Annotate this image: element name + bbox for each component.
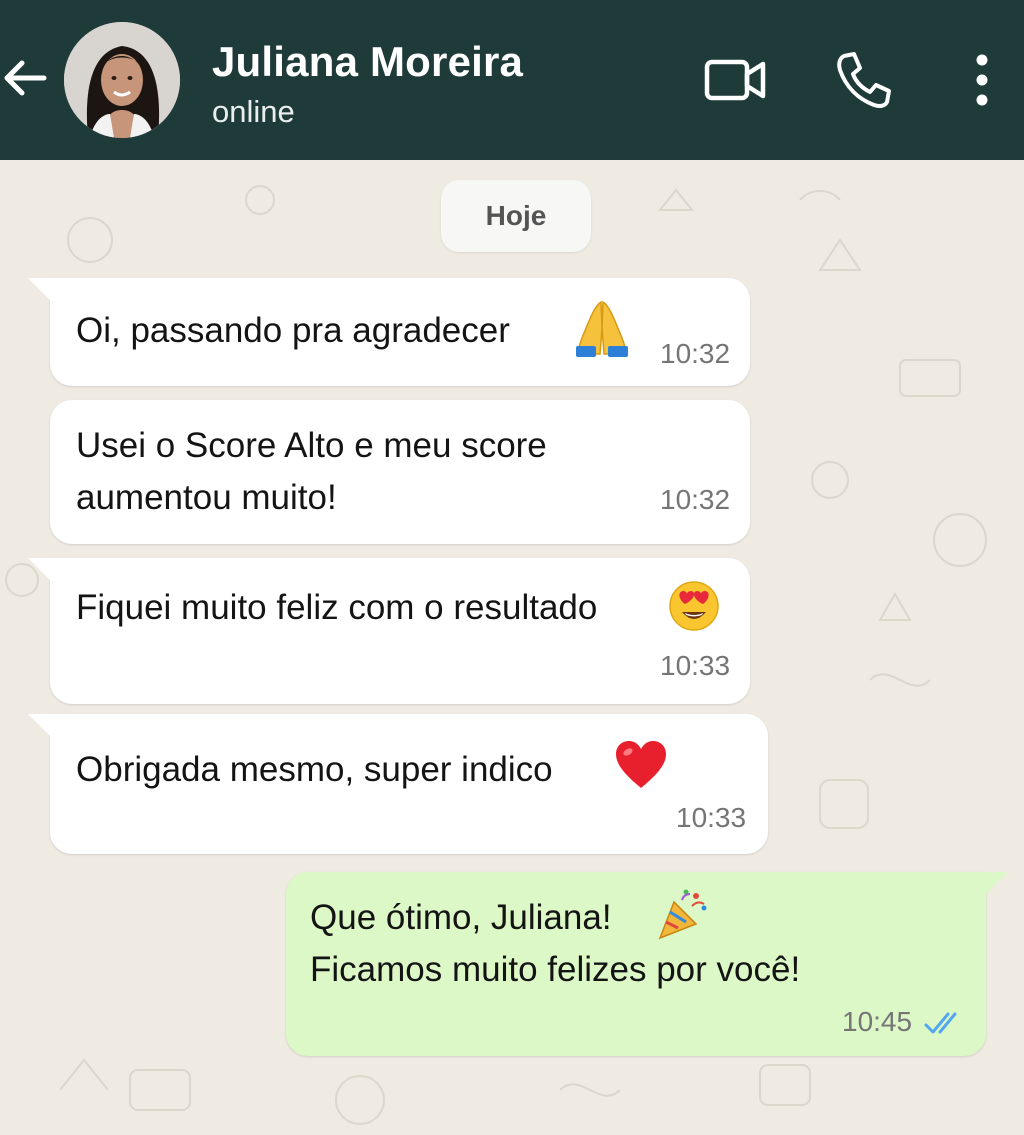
chat-area[interactable]: Hoje Oi, passando pra agradecer 10:32 Us… <box>0 160 1024 1135</box>
message-line-2: Ficamos muito felizes por você! <box>310 950 801 989</box>
heart-eyes-icon <box>668 580 720 632</box>
folded-hands-icon <box>574 298 630 358</box>
video-call-icon[interactable] <box>703 50 767 110</box>
chat-header: Juliana Moreira online <box>0 0 1024 160</box>
message-time: 10:32 <box>660 484 731 515</box>
message-text: Obrigada mesmo, super indico <box>76 750 553 789</box>
phone-icon[interactable] <box>830 50 894 110</box>
contact-name[interactable]: Juliana Moreira <box>212 38 523 86</box>
message-time: 10:33 <box>676 802 747 833</box>
incoming-message[interactable]: Obrigada mesmo, super indico 10:33 <box>28 714 768 854</box>
read-receipt-icon <box>924 1008 966 1038</box>
incoming-message[interactable]: Usei o Score Alto e meu score aumentou m… <box>50 400 750 544</box>
message-text: Oi, passando pra agradecer <box>76 311 510 350</box>
message-time: 10:33 <box>660 650 731 681</box>
red-heart-icon <box>614 740 668 790</box>
more-options-icon[interactable] <box>950 50 1010 110</box>
incoming-message[interactable]: Fiquei muito feliz com o resultado 10:33 <box>28 558 750 704</box>
message-time: 10:45 <box>842 1006 913 1037</box>
party-popper-icon <box>656 888 710 940</box>
message-text: Fiquei muito feliz com o resultado <box>76 588 598 627</box>
contact-avatar[interactable] <box>64 22 180 138</box>
message-text: Usei o Score Alto e meu score aumentou m… <box>76 426 547 517</box>
contact-status: online <box>212 94 295 129</box>
back-arrow-icon[interactable] <box>0 52 52 104</box>
message-text: Que ótimo, Juliana! Ficamos muito felize… <box>310 892 950 996</box>
message-line-1: Que ótimo, Juliana! <box>310 898 612 937</box>
date-divider: Hoje <box>441 180 591 252</box>
outgoing-message[interactable]: Que ótimo, Juliana! Ficamos muito felize… <box>286 872 1008 1056</box>
message-time: 10:32 <box>660 338 731 369</box>
incoming-message[interactable]: Oi, passando pra agradecer 10:32 <box>28 278 750 386</box>
